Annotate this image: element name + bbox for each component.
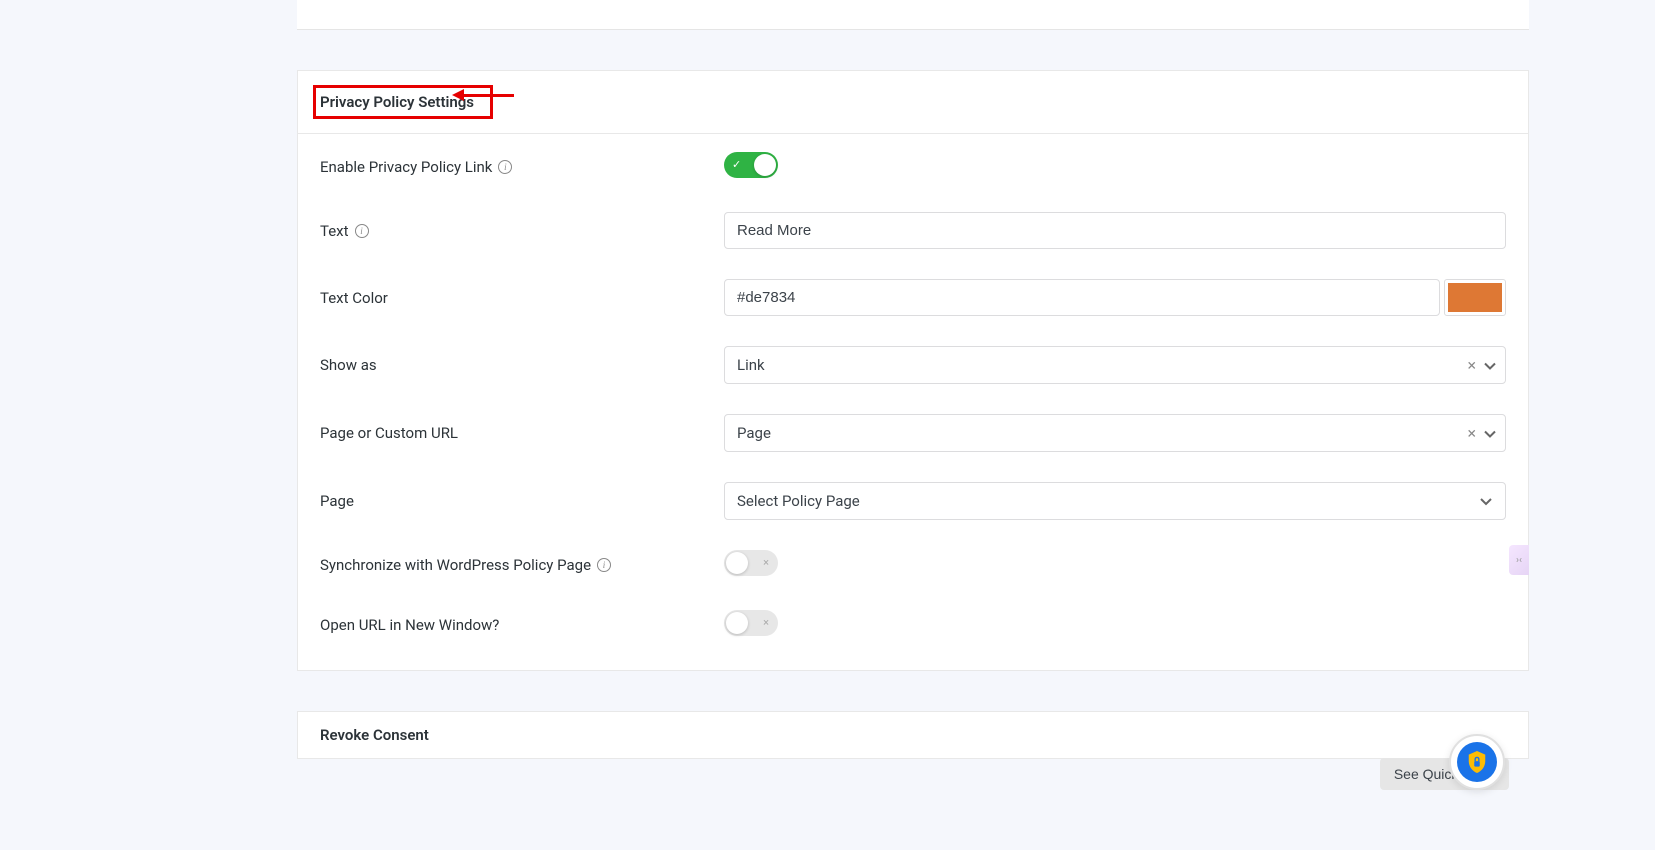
sync-wordpress-toggle[interactable]: × (724, 550, 778, 576)
info-icon[interactable]: i (597, 558, 611, 572)
expand-collapse-tab[interactable]: ›‹ (1509, 545, 1529, 575)
field-page-or-url: Page or Custom URL Page × (320, 414, 1506, 452)
info-icon[interactable]: i (355, 224, 369, 238)
field-label: Page or Custom URL (320, 424, 724, 442)
text-color-input[interactable] (724, 279, 1440, 316)
field-open-new-window: Open URL in New Window? × (320, 610, 1506, 640)
clear-icon[interactable]: × (1465, 356, 1478, 375)
annotation-highlight-box: Privacy Policy Settings (313, 85, 493, 119)
show-as-select[interactable]: Link × (724, 346, 1506, 384)
field-text-color: Text Color (320, 279, 1506, 316)
section-gap (297, 30, 1529, 70)
x-icon: × (763, 556, 769, 569)
chevron-down-icon (1482, 357, 1498, 373)
top-section-spacer (297, 0, 1529, 30)
field-label: Open URL in New Window? (320, 616, 724, 634)
section-title: Privacy Policy Settings (320, 93, 474, 111)
clear-icon[interactable]: × (1465, 424, 1478, 443)
x-icon: × (763, 616, 769, 629)
field-sync-wordpress-policy: Synchronize with WordPress Policy Page i… (320, 550, 1506, 580)
section-header: Privacy Policy Settings (298, 71, 1528, 134)
text-input[interactable] (724, 212, 1506, 249)
field-label: Enable Privacy Policy Link i (320, 158, 724, 176)
page-select[interactable]: Select Policy Page (724, 482, 1506, 520)
chevron-down-icon (1478, 493, 1494, 509)
shield-lock-icon (1466, 750, 1488, 774)
field-label: Text Color (320, 289, 724, 307)
section-header: Revoke Consent (298, 712, 1528, 758)
enable-privacy-policy-toggle[interactable]: ✓ (724, 152, 778, 178)
privacy-policy-settings-section: Privacy Policy Settings Enable Privacy P… (297, 70, 1529, 671)
section-body: Enable Privacy Policy Link i ✓ Text i (298, 134, 1528, 670)
chevron-down-icon (1482, 425, 1498, 441)
field-label: Show as (320, 356, 724, 374)
field-text: Text i (320, 212, 1506, 249)
field-show-as: Show as Link × (320, 346, 1506, 384)
help-fab-button[interactable] (1449, 734, 1505, 790)
info-icon[interactable]: i (498, 160, 512, 174)
open-new-window-toggle[interactable]: × (724, 610, 778, 636)
field-enable-privacy-policy-link: Enable Privacy Policy Link i ✓ (320, 152, 1506, 182)
field-label: Page (320, 492, 724, 510)
check-icon: ✓ (732, 158, 741, 171)
page-or-url-select[interactable]: Page × (724, 414, 1506, 452)
revoke-consent-section: Revoke Consent (297, 711, 1529, 759)
field-page: Page Select Policy Page (320, 482, 1506, 520)
field-label: Text i (320, 222, 724, 240)
section-gap (297, 671, 1529, 711)
text-color-swatch[interactable] (1444, 279, 1506, 316)
field-label: Synchronize with WordPress Policy Page i (320, 556, 724, 574)
section-title: Revoke Consent (320, 726, 429, 744)
